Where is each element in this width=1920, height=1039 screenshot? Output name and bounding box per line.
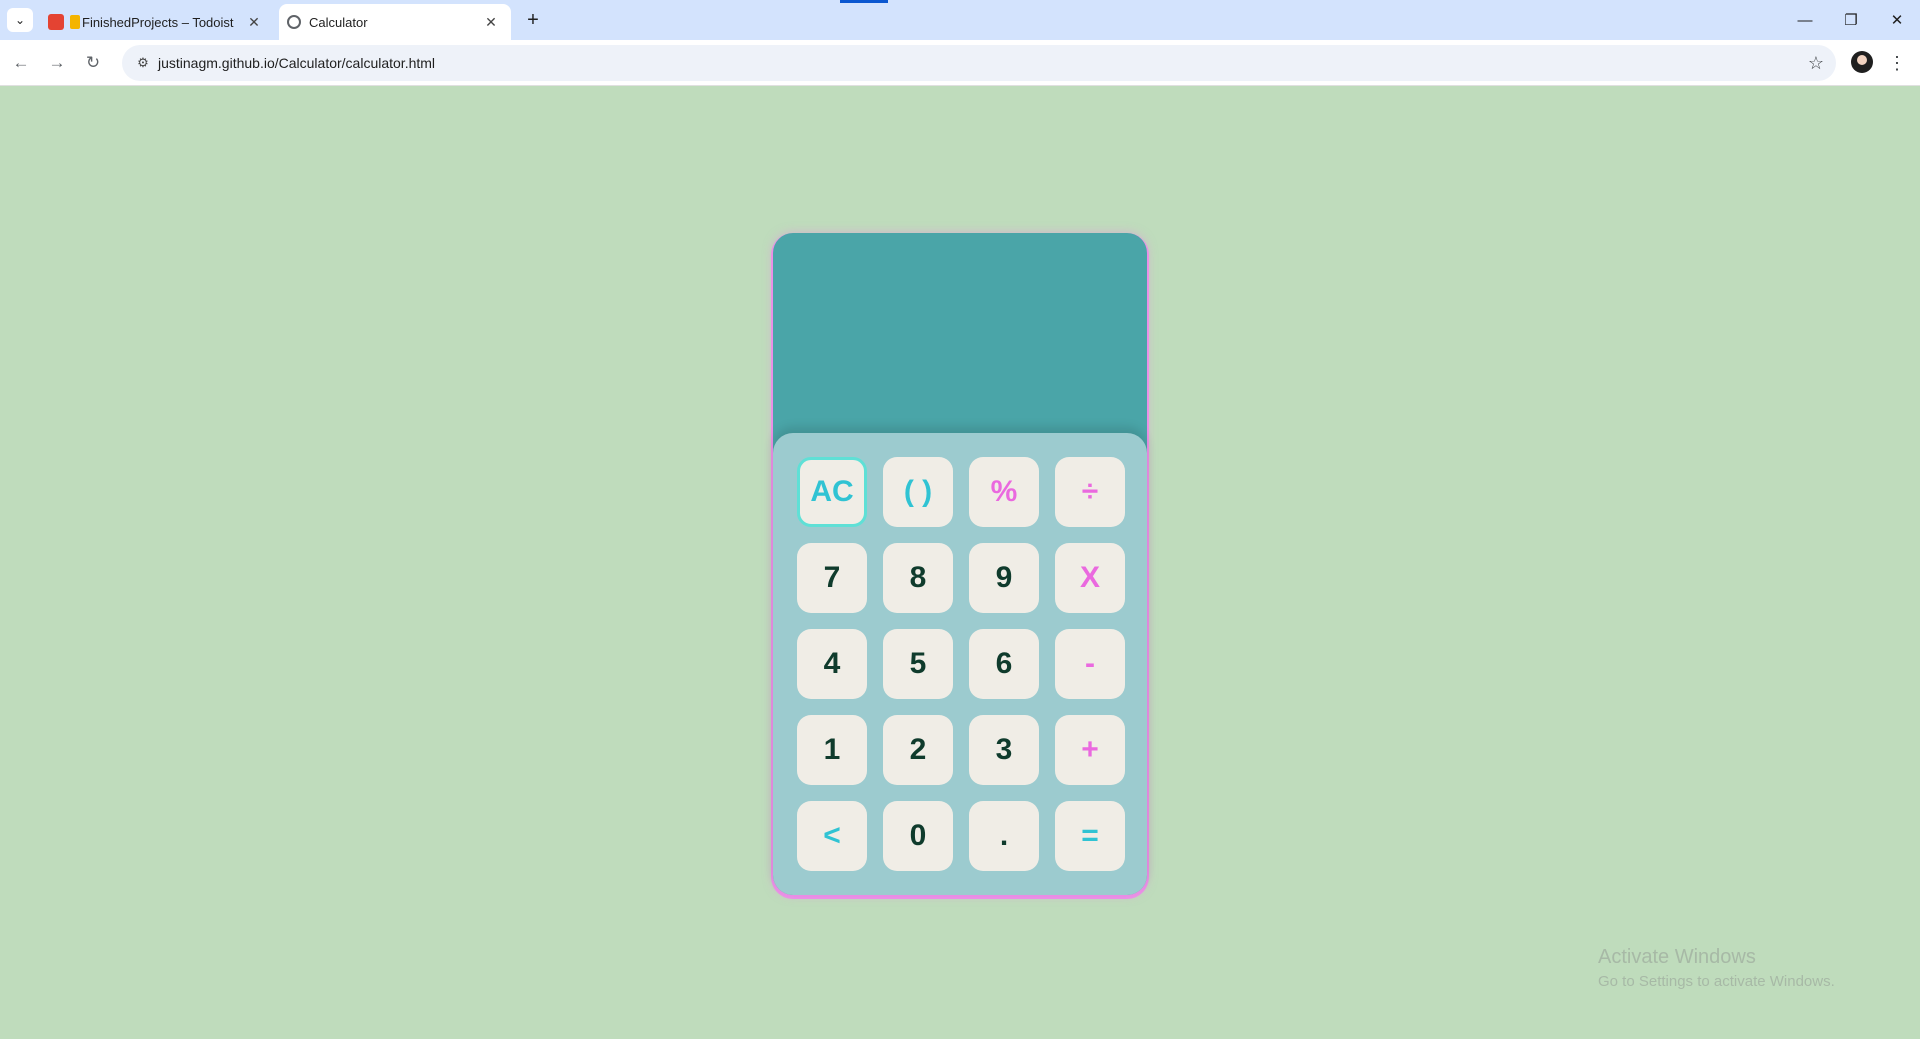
calculator: AC ( ) % ÷ 7 8 9 X 4 5 6 - 1 2 3 + < 0 .… (773, 233, 1147, 895)
forward-icon[interactable]: → (44, 50, 70, 76)
tab-calculator[interactable]: Calculator ✕ (279, 4, 511, 40)
calculator-keypad: AC ( ) % ÷ 7 8 9 X 4 5 6 - 1 2 3 + < 0 .… (773, 433, 1147, 895)
profile-avatar[interactable] (1851, 51, 1873, 73)
digit-5-button[interactable]: 5 (883, 629, 953, 699)
multiply-button[interactable]: X (1055, 543, 1125, 613)
site-settings-icon[interactable]: ⚙ (128, 55, 158, 71)
minimize-icon[interactable]: — (1782, 6, 1828, 34)
tab-search-button[interactable]: ⌄ (7, 8, 33, 32)
reload-icon[interactable]: ↻ (80, 50, 106, 76)
parentheses-button[interactable]: ( ) (883, 457, 953, 527)
plus-button[interactable]: + (1055, 715, 1125, 785)
equals-button[interactable]: = (1055, 801, 1125, 871)
back-icon[interactable]: ← (8, 50, 34, 76)
digit-6-button[interactable]: 6 (969, 629, 1039, 699)
restore-icon[interactable]: ❐ (1828, 6, 1874, 34)
tab-todoist[interactable]: FinishedProjects – Todoist ✕ (40, 4, 274, 40)
all-clear-button[interactable]: AC (797, 457, 867, 527)
browser-tabstrip: ⌄ FinishedProjects – Todoist ✕ Calculato… (0, 0, 1920, 40)
browser-menu-icon[interactable]: ⋮ (1887, 50, 1907, 76)
digit-1-button[interactable]: 1 (797, 715, 867, 785)
digit-8-button[interactable]: 8 (883, 543, 953, 613)
digit-4-button[interactable]: 4 (797, 629, 867, 699)
tab-title: FinishedProjects – Todoist (82, 14, 234, 30)
watermark-title: Activate Windows (1598, 946, 1756, 968)
globe-icon (287, 15, 301, 29)
backspace-button[interactable]: < (797, 801, 867, 871)
digit-3-button[interactable]: 3 (969, 715, 1039, 785)
address-bar[interactable]: ⚙ justinagm.github.io/Calculator/calcula… (122, 45, 1836, 81)
close-tab-icon[interactable]: ✕ (244, 14, 264, 31)
close-tab-icon[interactable]: ✕ (481, 14, 501, 31)
divide-button[interactable]: ÷ (1055, 457, 1125, 527)
percent-button[interactable]: % (969, 457, 1039, 527)
digit-9-button[interactable]: 9 (969, 543, 1039, 613)
browser-toolbar: ← → ↻ ⚙ justinagm.github.io/Calculator/c… (0, 40, 1920, 86)
close-window-icon[interactable]: ✕ (1874, 6, 1920, 34)
tab-drag-indicator (840, 0, 888, 3)
minus-button[interactable]: - (1055, 629, 1125, 699)
tab-title: Calculator (309, 14, 368, 30)
bookmark-star-icon[interactable]: ☆ (1808, 53, 1824, 74)
new-tab-button[interactable]: + (520, 8, 546, 32)
todoist-favicon-icon (48, 14, 80, 30)
digit-2-button[interactable]: 2 (883, 715, 953, 785)
digit-0-button[interactable]: 0 (883, 801, 953, 871)
digit-7-button[interactable]: 7 (797, 543, 867, 613)
calculator-display (773, 233, 1147, 433)
url-text[interactable]: justinagm.github.io/Calculator/calculato… (158, 55, 435, 71)
watermark-subtitle: Go to Settings to activate Windows. (1598, 973, 1835, 990)
decimal-button[interactable]: . (969, 801, 1039, 871)
chevron-down-icon: ⌄ (14, 13, 26, 27)
activate-windows-watermark: Activate Windows Go to Settings to activ… (1598, 946, 1835, 990)
